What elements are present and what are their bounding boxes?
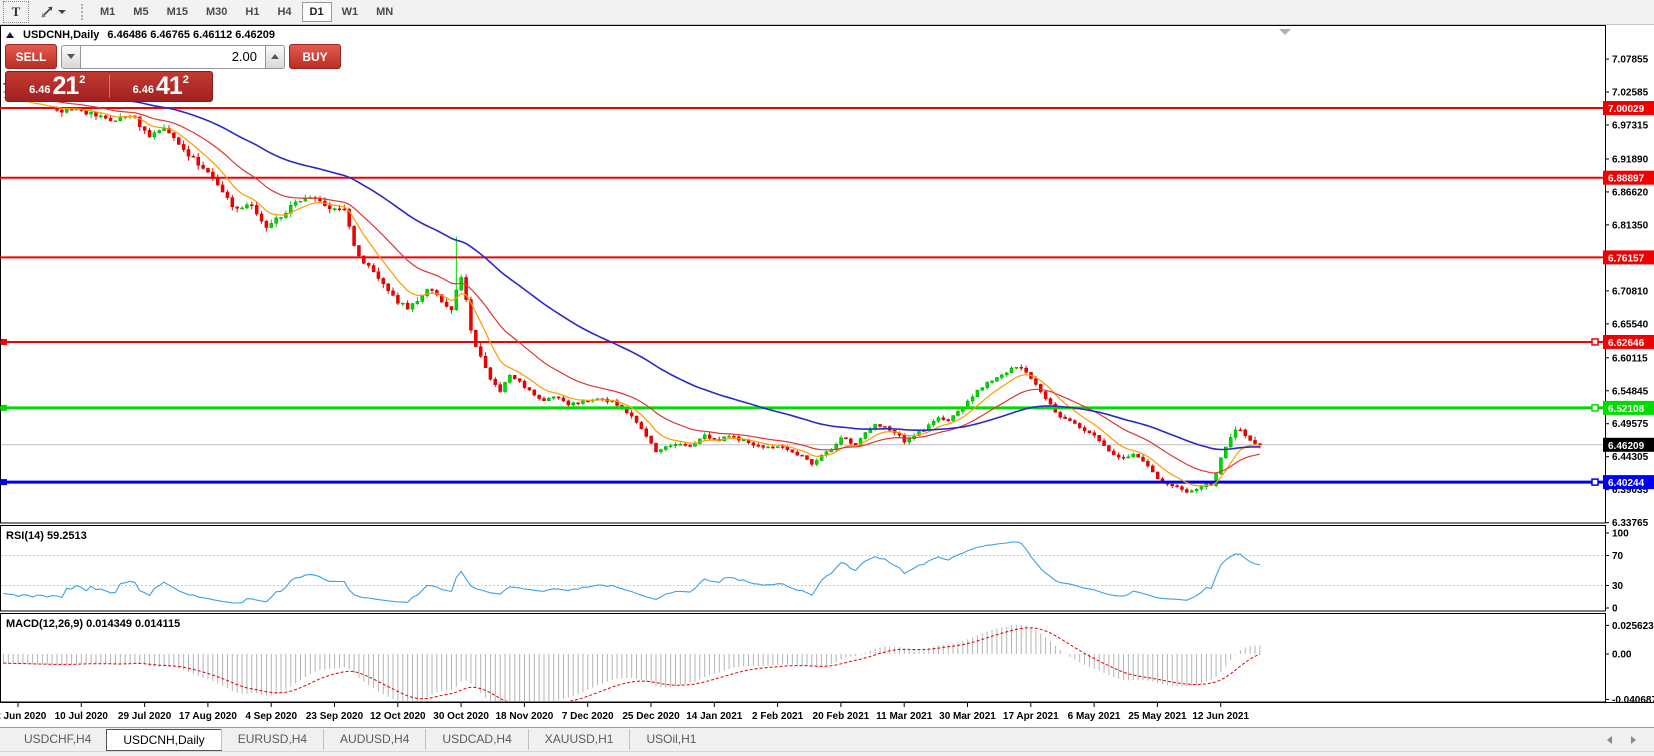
trade-controls-row: SELL BUY <box>5 44 213 69</box>
hline-handle-right[interactable] <box>1592 405 1598 411</box>
timeframe-button-mn[interactable]: MN <box>368 2 401 22</box>
hline-handle-right[interactable] <box>1592 479 1598 485</box>
macd-panel-frame <box>1 614 1606 703</box>
timeframe-toolbar: M1M5M15M30H1H4D1W1MN <box>91 2 402 22</box>
timeframe-button-m15[interactable]: M15 <box>159 2 196 22</box>
timeframe-button-h1[interactable]: H1 <box>237 2 267 22</box>
text-tool-button[interactable]: T <box>3 1 29 23</box>
chart-canvas[interactable]: 7.078557.025856.973156.918906.866206.813… <box>0 25 1654 732</box>
rsi-label: RSI(14) 59.2513 <box>6 530 87 542</box>
buy-price-pips: 41 <box>156 74 182 99</box>
buy-button[interactable]: BUY <box>289 44 341 69</box>
buy-quote: 6.46 41 2 <box>110 72 213 101</box>
tab-usdchf-h4[interactable]: USDCHF,H4 <box>8 729 107 750</box>
buy-price-pipette: 2 <box>183 74 189 86</box>
triangle-up-icon <box>271 54 279 59</box>
sell-price-pipette: 2 <box>79 74 85 86</box>
volume-increase-button[interactable] <box>265 45 285 69</box>
triangle-down-icon <box>67 54 75 59</box>
chart-window[interactable]: 7.078557.025856.973156.918906.866206.813… <box>0 25 1654 727</box>
timeframe-button-w1[interactable]: W1 <box>334 2 367 22</box>
price-axis[interactable] <box>1605 25 1654 702</box>
dropdown-caret-icon <box>58 10 66 14</box>
tab-xauusd-h1[interactable]: XAUUSD,H1 <box>528 729 630 750</box>
tabs-scroll-left-button[interactable] <box>1604 734 1614 746</box>
arrow-right-icon <box>1631 736 1636 744</box>
tab-usdcnh-daily[interactable]: USDCNH,Daily <box>106 729 221 751</box>
timeframe-button-d1[interactable]: D1 <box>302 2 332 22</box>
symbol-tabs: USDCHF,H4USDCNH,DailyEURUSD,H4AUDUSD,H4U… <box>0 728 712 751</box>
rsi-panel-frame <box>1 526 1606 612</box>
hline-handle-left[interactable] <box>1 405 7 411</box>
one-click-trading-widget: SELL BUY 6.46 21 2 <box>5 44 213 102</box>
status-bar <box>0 751 1654 756</box>
volume-input[interactable] <box>81 45 265 69</box>
tab-audusd-h4[interactable]: AUDUSD,H4 <box>323 729 425 750</box>
timeframe-button-h4[interactable]: H4 <box>269 2 299 22</box>
quote-panel: 6.46 21 2 6.46 41 2 <box>5 71 213 102</box>
time-axis[interactable] <box>0 703 1654 726</box>
volume-decrease-button[interactable] <box>61 45 81 69</box>
text-tool-icon: T <box>12 4 21 20</box>
hline-handle-left[interactable] <box>1 339 7 345</box>
cursor-tools-button[interactable] <box>35 2 71 22</box>
tabs-scroll-right-button[interactable] <box>1628 734 1638 746</box>
chart-ohlc-values: 6.46486 6.46765 6.46112 6.46209 <box>107 29 275 41</box>
mt4-window: T M1M5M15M30H1H4D1W1MN 7.078557.025856.9… <box>0 0 1654 756</box>
buy-price-prefix: 6.46 <box>133 84 154 96</box>
tab-usoil-h1[interactable]: USOil,H1 <box>629 729 712 750</box>
macd-label: MACD(12,26,9) 0.014349 0.014115 <box>6 618 180 630</box>
top-toolbar: T M1M5M15M30H1H4D1W1MN <box>0 0 1654 25</box>
sell-price-pips: 21 <box>52 74 78 99</box>
sell-button[interactable]: SELL <box>5 44 57 69</box>
timeframe-button-m1[interactable]: M1 <box>92 2 123 22</box>
price-chart-svg[interactable]: 7.078557.025856.973156.918906.866206.813… <box>0 25 1654 727</box>
volume-spinner <box>61 45 285 69</box>
main-panel-frame <box>1 26 1606 524</box>
hline-handle-right[interactable] <box>1592 339 1598 345</box>
chart-symbol-label: USDCNH,Daily <box>23 29 99 41</box>
sell-quote: 6.46 21 2 <box>6 72 109 101</box>
timeframe-button-m30[interactable]: M30 <box>198 2 235 22</box>
tab-usdcad-h4[interactable]: USDCAD,H4 <box>425 729 527 750</box>
toolbar-grip[interactable] <box>81 4 83 20</box>
tab-eurusd-h4[interactable]: EURUSD,H4 <box>221 729 323 750</box>
hline-handle-left[interactable] <box>1 479 7 485</box>
chart-tab-bar: USDCHF,H4USDCNH,DailyEURUSD,H4AUDUSD,H4U… <box>0 727 1654 751</box>
collapse-triangle-icon[interactable] <box>6 32 14 38</box>
chart-title: USDCNH,Daily 6.46486 6.46765 6.46112 6.4… <box>6 29 275 41</box>
cursor-arrows-icon <box>40 5 54 19</box>
arrow-left-icon <box>1607 736 1612 744</box>
tab-scroll-controls <box>1604 734 1654 746</box>
timeframe-button-m5[interactable]: M5 <box>125 2 156 22</box>
sell-price-prefix: 6.46 <box>29 84 50 96</box>
